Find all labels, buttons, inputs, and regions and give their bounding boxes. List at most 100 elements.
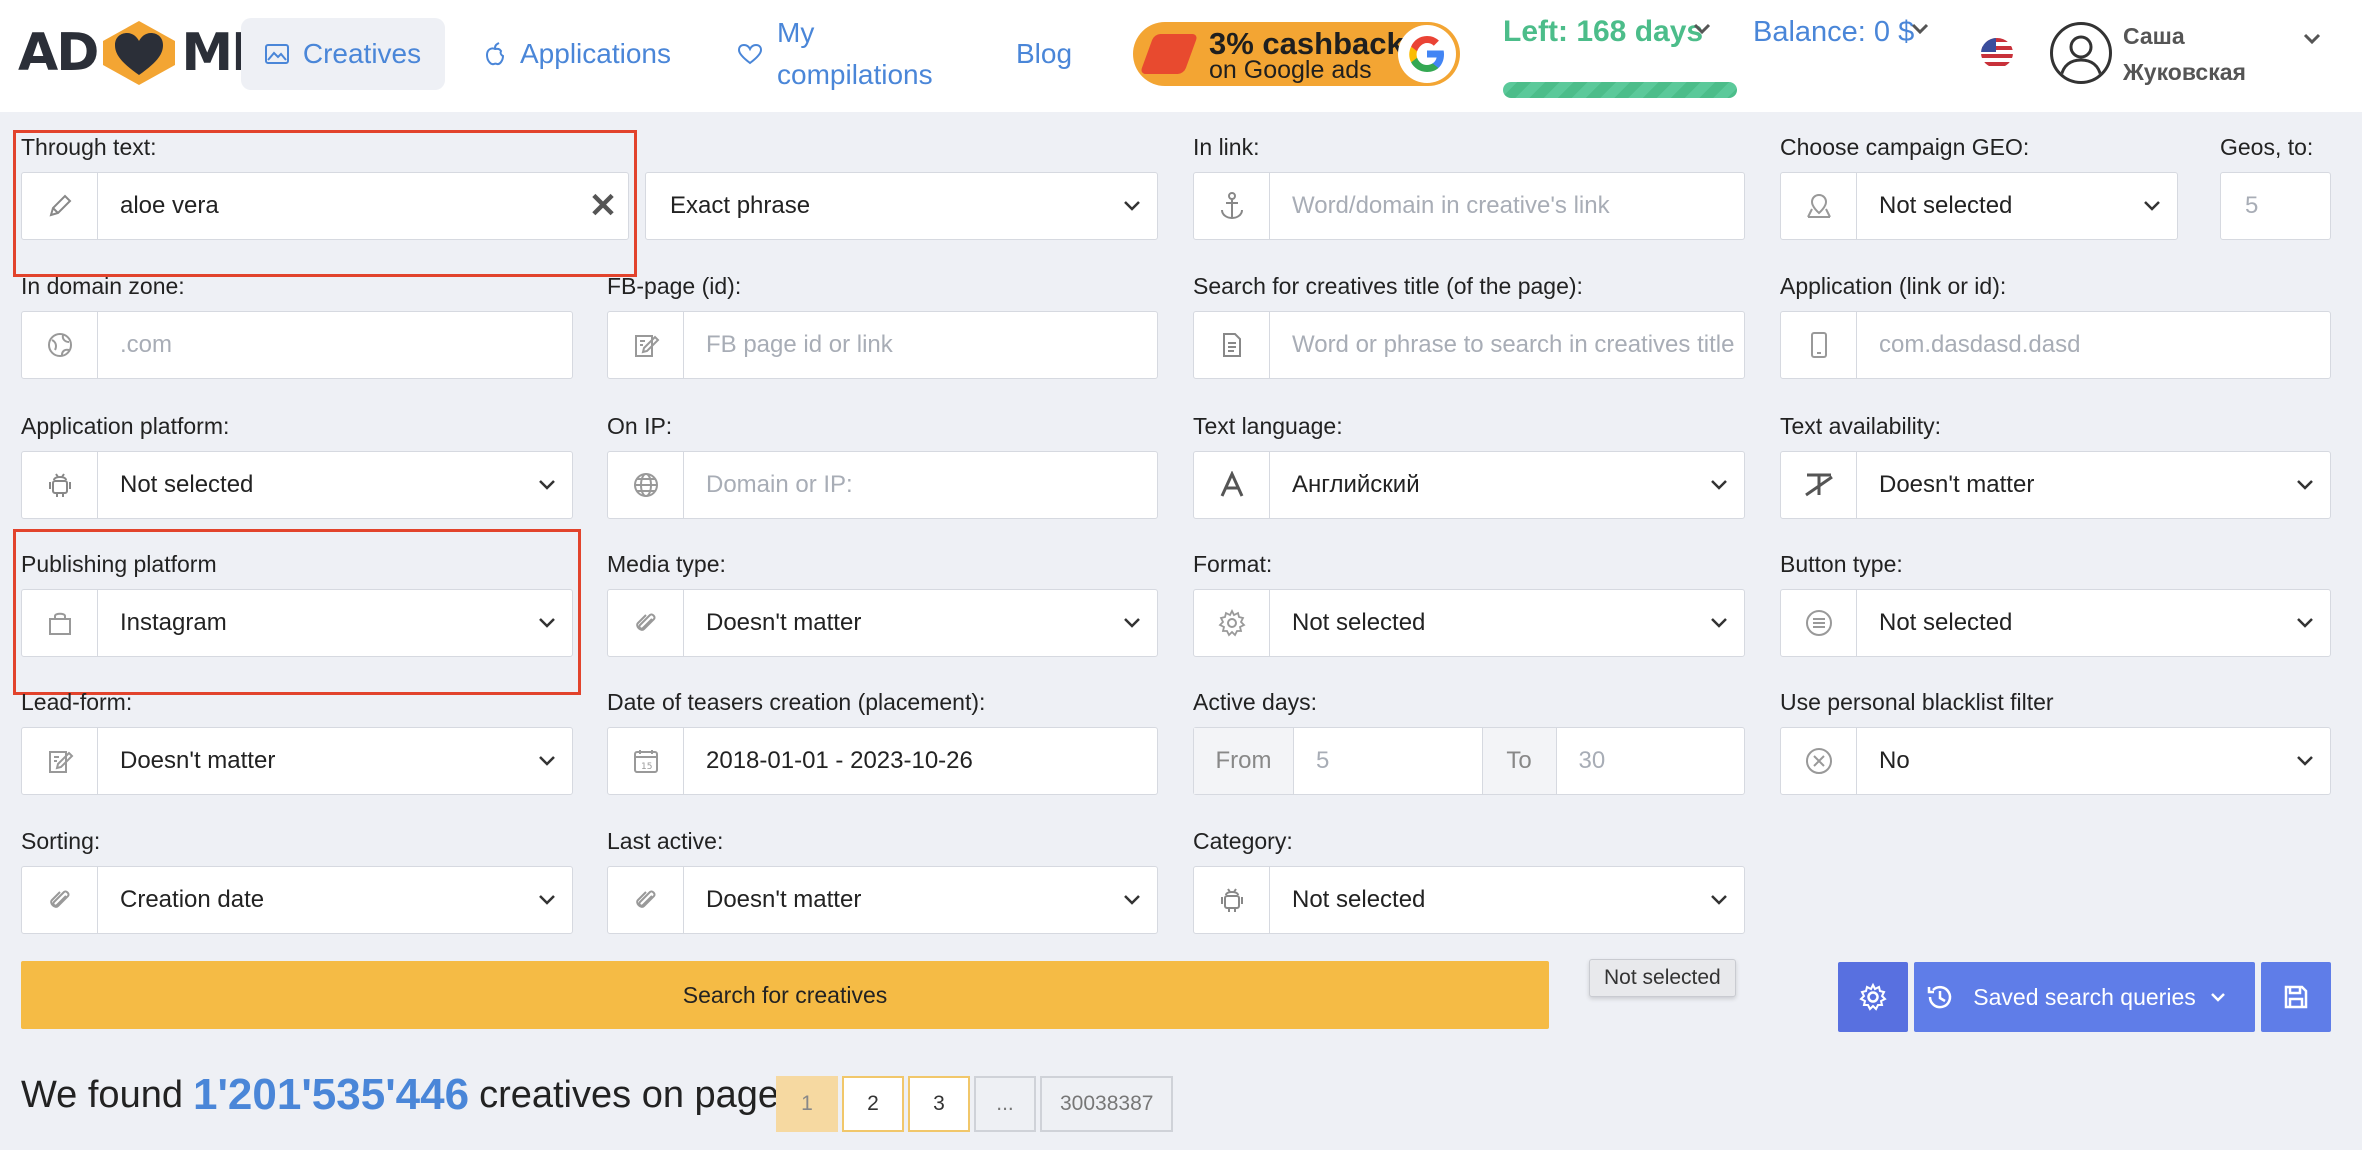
text-availability-select[interactable]: Doesn't matter — [1780, 451, 2331, 519]
user-name[interactable]: Саша Жуковская — [2123, 18, 2273, 90]
format-select[interactable]: Not selected — [1193, 589, 1745, 657]
chevron-down-icon — [1694, 617, 1744, 629]
us-flag-icon[interactable] — [1981, 38, 2013, 68]
nav-creatives-label: Creatives — [302, 38, 422, 69]
blacklist-value: No — [1879, 747, 1910, 774]
search-creatives-button[interactable]: Search for creatives — [21, 961, 1549, 1029]
domain-zone-field[interactable]: .com — [21, 311, 573, 379]
media-type-label: Media type: — [607, 551, 726, 577]
google-icon — [1398, 25, 1456, 83]
logo-heart-icon — [99, 18, 179, 88]
blacklist-select[interactable]: No — [1780, 727, 2331, 795]
document-icon — [1194, 312, 1270, 378]
cashback-promo-banner[interactable]: 3% cashback on Google ads — [1133, 22, 1460, 86]
text-availability-value: Doesn't matter — [1879, 471, 2035, 498]
in-link-field[interactable]: Word/domain in creative's link — [1193, 172, 1745, 240]
category-value: Not selected — [1292, 886, 1426, 913]
balance-label[interactable]: Balance: 0 $ — [1753, 10, 1923, 54]
campaign-geo-select[interactable]: Not selected — [1780, 172, 2178, 240]
match-mode-select[interactable]: Exact phrase — [645, 172, 1158, 240]
days-chevron-down-icon[interactable] — [1691, 18, 1713, 40]
chevron-down-icon — [1107, 200, 1157, 212]
creative-title-field[interactable]: Word or phrase to search in creatives ti… — [1193, 311, 1745, 379]
edit-form-icon — [22, 728, 98, 794]
creative-title-input[interactable]: Word or phrase to search in creatives ti… — [1270, 331, 1744, 359]
nav-creatives[interactable]: Creatives — [241, 18, 445, 90]
on-ip-input[interactable]: Domain or IP: — [684, 471, 1157, 499]
date-creation-field[interactable]: 15 2018-01-01 - 2023-10-26 — [607, 727, 1158, 795]
lead-form-select[interactable]: Doesn't matter — [21, 727, 573, 795]
results-count: 1'201'535'446 — [192, 1070, 470, 1119]
app-platform-select[interactable]: Not selected — [21, 451, 573, 519]
sorting-select[interactable]: Creation date — [21, 866, 573, 934]
category-select[interactable]: Not selected — [1193, 866, 1745, 934]
geos-to-input[interactable]: 5 — [2221, 192, 2330, 220]
anchor-icon — [1194, 173, 1270, 239]
active-days-to-label: To — [1482, 728, 1557, 794]
app-platform-label: Application platform: — [21, 413, 230, 439]
fb-page-input[interactable]: FB page id or link — [684, 331, 1157, 359]
highlight-publishing-platform — [13, 529, 581, 695]
globe-icon — [22, 312, 98, 378]
nav-compilations-label: My compilations — [777, 17, 933, 90]
format-label: Format: — [1193, 551, 1273, 577]
balance-chevron-down-icon[interactable] — [1909, 18, 1931, 40]
domain-zone-label: In domain zone: — [21, 273, 185, 299]
lead-form-value: Doesn't matter — [120, 747, 276, 774]
page-button-last[interactable]: 30038387 — [1040, 1076, 1174, 1132]
on-ip-field[interactable]: Domain or IP: — [607, 451, 1158, 519]
avatar[interactable] — [2050, 22, 2112, 84]
settings-button[interactable] — [1838, 962, 1908, 1032]
active-days-to-input[interactable]: 30 — [1557, 728, 1745, 794]
chevron-down-icon — [522, 894, 572, 906]
logo[interactable]: AD ME — [18, 18, 267, 88]
page-button-3[interactable]: 3 — [908, 1076, 970, 1132]
svg-text:15: 15 — [641, 762, 652, 772]
application-field[interactable]: com.dasdasd.dasd — [1780, 311, 2331, 379]
text-strikethrough-icon — [1781, 452, 1857, 518]
chevron-down-icon — [522, 755, 572, 767]
geos-to-field[interactable]: 5 — [2220, 172, 2331, 240]
active-days-from-input[interactable]: 5 — [1294, 728, 1483, 794]
save-query-button[interactable] — [2261, 962, 2331, 1032]
saved-search-queries-button[interactable]: Saved search queries — [1914, 962, 2255, 1032]
campaign-geo-value: Not selected — [1879, 192, 2013, 219]
nav-applications-label: Applications — [520, 38, 671, 69]
nav-my-compilations[interactable]: My compilations — [737, 12, 967, 96]
in-link-label: In link: — [1193, 134, 1260, 160]
creative-title-label: Search for creatives title (of the page)… — [1193, 273, 1583, 299]
date-creation-input[interactable]: 2018-01-01 - 2023-10-26 — [684, 747, 1157, 775]
date-creation-label: Date of teasers creation (placement): — [607, 689, 986, 715]
button-type-select[interactable]: Not selected — [1780, 589, 2331, 657]
application-input[interactable]: com.dasdasd.dasd — [1857, 331, 2330, 359]
page-button-1[interactable]: 1 — [776, 1076, 838, 1132]
globe-icon — [608, 452, 684, 518]
user-chevron-down-icon[interactable] — [2301, 28, 2323, 50]
days-progress-bar — [1503, 82, 1737, 98]
apple-icon — [485, 42, 505, 66]
text-language-value: Английский — [1292, 471, 1420, 498]
lead-form-label: Lead-form: — [21, 689, 133, 715]
on-ip-label: On IP: — [607, 413, 673, 439]
top-header: AD ME Creatives Applications My compilat… — [0, 0, 2362, 112]
match-mode-value: Exact phrase — [670, 192, 811, 219]
nav-applications[interactable]: Applications — [484, 18, 671, 90]
in-link-input[interactable]: Word/domain in creative's link — [1270, 192, 1744, 220]
chevron-down-icon — [2280, 479, 2330, 491]
history-icon — [1928, 985, 1952, 1009]
gear-icon — [1859, 982, 1887, 1011]
domain-zone-input[interactable]: .com — [98, 331, 572, 359]
page-button-2[interactable]: 2 — [842, 1076, 904, 1132]
text-language-label: Text language: — [1193, 413, 1343, 439]
heart-icon — [737, 43, 763, 65]
last-active-select[interactable]: Doesn't matter — [607, 866, 1158, 934]
chevron-down-icon — [1107, 617, 1157, 629]
text-language-select[interactable]: Английский — [1193, 451, 1745, 519]
paperclip-icon — [608, 590, 684, 656]
fb-page-field[interactable]: FB page id or link — [607, 311, 1158, 379]
media-type-select[interactable]: Doesn't matter — [607, 589, 1158, 657]
format-value: Not selected — [1292, 609, 1426, 636]
nav-blog[interactable]: Blog — [1016, 18, 1072, 90]
fb-page-label: FB-page (id): — [607, 273, 742, 299]
chevron-down-icon — [2127, 200, 2177, 212]
